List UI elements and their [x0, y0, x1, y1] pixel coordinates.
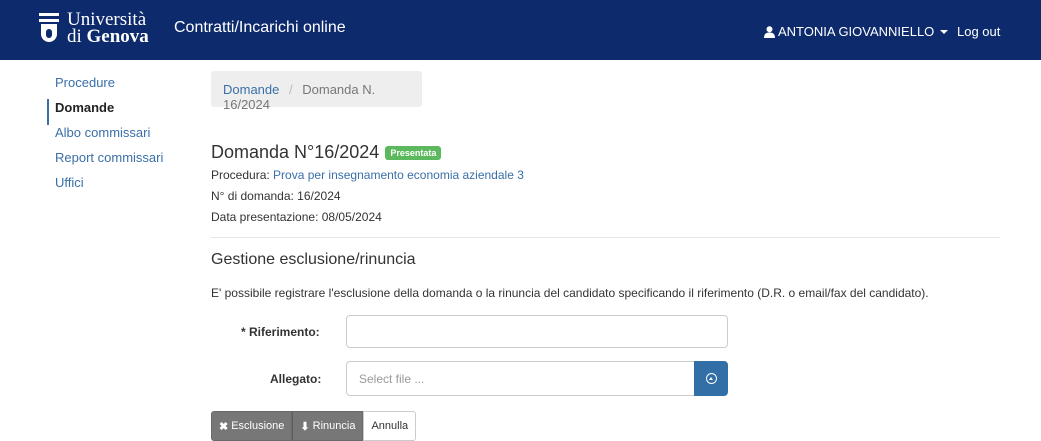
data-presentazione: Data presentazione: 08/05/2024 — [211, 210, 382, 224]
sidebar-item-albo-commissari[interactable]: Albo commissari — [47, 124, 187, 150]
allegato-label: Allegato: — [270, 372, 322, 386]
caret-down-icon — [940, 29, 949, 34]
sidebar-item-uffici[interactable]: Uffici — [47, 174, 187, 200]
logo-line2-bold: Genova — [86, 26, 149, 47]
breadcrumb-link-domande[interactable]: Domande — [223, 82, 279, 97]
user-menu[interactable]: ANTONIA GIOVANNIELLO — [764, 24, 949, 39]
close-icon: ✖ — [219, 420, 229, 433]
top-navbar: Università di Genova Contratti/Incarichi… — [0, 0, 1041, 60]
procedura-label: Procedura: — [211, 168, 270, 182]
section-description: E' possibile registrare l'esclusione del… — [211, 286, 929, 300]
riferimento-input[interactable] — [346, 315, 728, 348]
user-icon — [764, 25, 775, 38]
sidebar-item-domande[interactable]: Domande — [47, 99, 187, 125]
university-logo-icon — [39, 11, 59, 45]
arrow-down-icon: ⬇ — [300, 420, 310, 433]
sidebar: Procedure Domande Albo commissari Report… — [47, 74, 187, 199]
esclusione-label: Esclusione — [231, 420, 285, 432]
domanda-heading: Domanda N°16/2024 Presentata — [211, 142, 442, 163]
logout-link[interactable]: Log out — [957, 24, 1000, 39]
page-title: Domanda N°16/2024 — [211, 142, 380, 162]
logo-line2-prefix: di — [67, 26, 87, 47]
procedura-line: Procedura: Prova per insegnamento econom… — [211, 168, 524, 182]
logo-line2: di Genova — [67, 26, 149, 47]
numero-domanda: N° di domanda: 16/2024 — [211, 189, 341, 203]
esclusione-button[interactable]: ✖ Esclusione — [211, 411, 293, 441]
action-button-group: ✖ Esclusione ⬇ Rinuncia Annulla — [211, 411, 417, 441]
allegato-file-input[interactable]: Select file ... — [346, 361, 695, 396]
riferimento-label: * Riferimento: — [241, 325, 320, 339]
breadcrumb: Domande / Domanda N. 16/2024 — [211, 71, 422, 112]
user-name: ANTONIA GIOVANNIELLO — [778, 24, 935, 39]
university-logo-text: Università di Genova — [67, 10, 149, 47]
upload-circle-icon — [705, 373, 717, 384]
rinuncia-label: Rinuncia — [312, 420, 356, 432]
university-logo[interactable]: Università di Genova — [39, 3, 149, 53]
upload-button[interactable] — [694, 361, 728, 396]
breadcrumb-separator: / — [289, 82, 293, 97]
rinuncia-button[interactable]: ⬇ Rinuncia — [292, 411, 364, 441]
procedura-link[interactable]: Prova per insegnamento economia aziendal… — [273, 168, 524, 182]
status-badge: Presentata — [385, 145, 442, 160]
app-title[interactable]: Contratti/Incarichi online — [174, 19, 346, 37]
divider — [211, 237, 1000, 238]
section-title: Gestione esclusione/rinuncia — [211, 251, 416, 268]
sidebar-item-report-commissari[interactable]: Report commissari — [47, 149, 187, 175]
annulla-button[interactable]: Annulla — [363, 411, 417, 441]
sidebar-item-procedure[interactable]: Procedure — [47, 74, 187, 100]
